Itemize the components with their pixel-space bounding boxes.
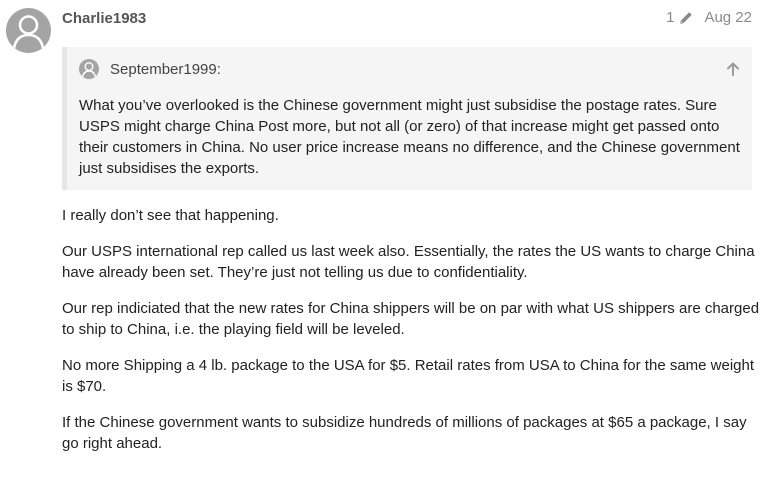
quote-header: September1999: [79, 59, 221, 79]
post-paragraph: No more Shipping a 4 lb. package to the … [62, 357, 755, 395]
default-user-avatar-icon [81, 62, 97, 78]
post-paragraph: Our rep indiciated that the new rates fo… [62, 300, 760, 338]
edit-count: 1 [666, 9, 675, 26]
post-paragraph: I really don’t see that happening. [62, 207, 279, 224]
arrow-up-icon[interactable] [725, 61, 741, 77]
quote-author: September1999: [110, 60, 221, 78]
post-date[interactable]: Aug 22 [704, 9, 752, 26]
default-user-avatar-icon [12, 15, 45, 50]
pencil-icon [680, 11, 693, 24]
post-meta: 1 Aug 22 [666, 9, 752, 26]
post-paragraph: If the Chinese government wants to subsi… [62, 414, 747, 452]
post-username[interactable]: Charlie1983 [62, 10, 146, 27]
post-paragraph: Our USPS international rep called us las… [62, 243, 755, 281]
post-body: I really don’t see that happening. Our U… [62, 205, 762, 469]
quote-avatar[interactable] [79, 59, 99, 79]
edit-history-button[interactable]: 1 [666, 9, 694, 26]
quote-text: What you’ve overlooked is the Chinese go… [79, 97, 740, 177]
quote-block: September1999: What you’ve overlooked is… [62, 47, 752, 190]
user-avatar[interactable] [6, 8, 51, 53]
